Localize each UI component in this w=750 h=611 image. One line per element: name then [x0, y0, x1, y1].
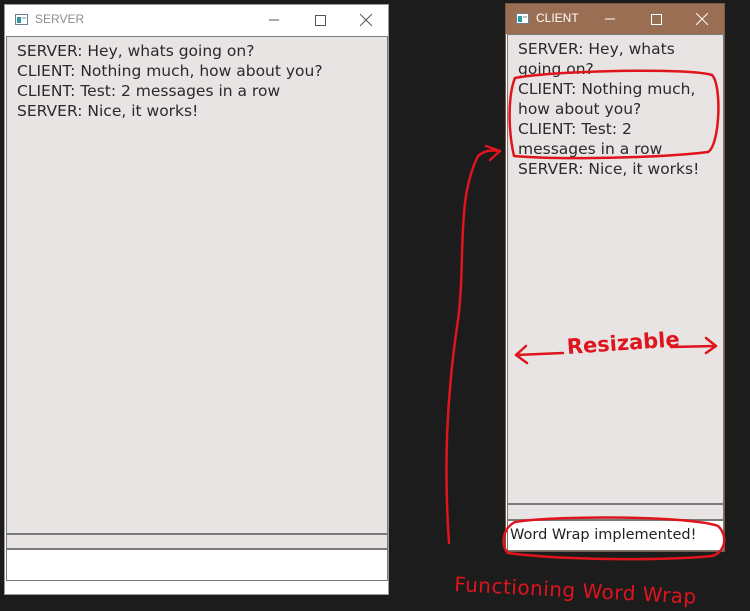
chat-message: SERVER: Hey, whats going on? [518, 40, 675, 78]
app-icon [15, 14, 28, 25]
chat-message: SERVER: Nice, it works! [17, 102, 199, 120]
vertical-arrow-head [484, 144, 502, 162]
close-button[interactable] [679, 4, 725, 34]
client-titlebar[interactable]: CLIENT [506, 4, 724, 34]
close-icon [696, 13, 708, 25]
message-input[interactable]: Word Wrap implemented! [507, 520, 724, 551]
divider-strip [6, 534, 388, 549]
minimize-icon [269, 19, 279, 21]
word-wrap-label: Functioning Word Wrap [453, 572, 698, 609]
chat-message: CLIENT: Nothing much, how about you? [17, 62, 323, 80]
server-titlebar[interactable]: SERVER [5, 5, 388, 35]
maximize-button[interactable] [297, 5, 343, 35]
minimize-button[interactable] [587, 4, 633, 34]
close-button[interactable] [343, 5, 389, 35]
maximize-icon [650, 13, 662, 25]
client-window: CLIENT SERVER: Hey, whats going on? CLIE… [505, 3, 725, 552]
server-window: SERVER SERVER: Hey, whats going on? CLIE… [4, 4, 389, 595]
app-icon [516, 13, 529, 24]
window-title: SERVER [35, 12, 85, 26]
chat-message: SERVER: Hey, whats going on? [17, 42, 255, 60]
window-title: CLIENT [536, 11, 579, 25]
chat-message: CLIENT: Test: 2 messages in a row [518, 120, 663, 158]
chat-log[interactable]: SERVER: Hey, whats going on? CLIENT: Not… [6, 36, 388, 534]
chat-message: SERVER: Nice, it works! [518, 160, 700, 178]
vertical-arrow-line [445, 149, 502, 545]
maximize-button[interactable] [633, 4, 679, 34]
divider-strip [507, 504, 724, 520]
chat-log[interactable]: SERVER: Hey, whats going on? CLIENT: Not… [507, 34, 724, 504]
minimize-icon [605, 18, 615, 20]
chat-message: CLIENT: Nothing much, how about you? [518, 80, 696, 118]
chat-message: CLIENT: Test: 2 messages in a row [17, 82, 281, 100]
maximize-icon [314, 14, 326, 26]
close-icon [360, 14, 372, 26]
minimize-button[interactable] [251, 5, 297, 35]
message-input[interactable] [6, 549, 388, 581]
